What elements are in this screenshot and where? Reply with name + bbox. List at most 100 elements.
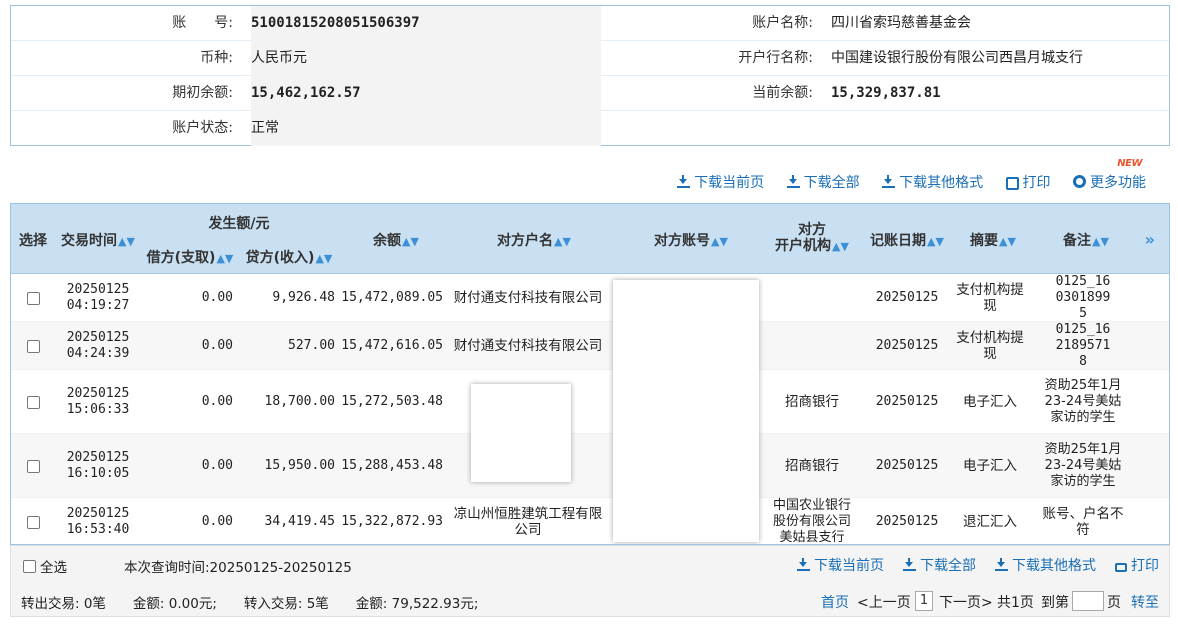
row-checkbox[interactable] <box>25 370 41 434</box>
prev-page-link[interactable]: <上一页 <box>857 592 911 612</box>
col-balance-label: 余额 <box>373 233 402 249</box>
download-other-format-label: 下载其他格式 <box>899 175 984 191</box>
remark-text: 0125_1603018995 <box>1055 274 1111 321</box>
footer-print-button[interactable]: 打印 <box>1115 555 1159 575</box>
download-icon <box>995 558 1008 571</box>
counter-name: 凉山州恒胜建筑工程有限公司 <box>453 506 603 538</box>
checkbox[interactable] <box>26 291 40 305</box>
download-icon <box>882 175 896 188</box>
download-other-format-button[interactable]: 下载其他格式 <box>882 172 983 192</box>
col-credit[interactable]: 贷方(收入)▲▼ <box>241 247 337 267</box>
info-row-balance: 期初余额: 15,462,162.57 当前余额: 15,329,837.81 <box>11 76 1169 111</box>
table-row: 20250125 16:10:05 0.00 15,950.00 15,288,4… <box>11 434 1169 498</box>
col-counter-account-label: 对方账号 <box>654 233 711 249</box>
print-button[interactable]: 打印 <box>1005 172 1051 192</box>
download-current-page-button[interactable]: 下载当前页 <box>677 172 764 192</box>
page-unit-label: 页 <box>1107 595 1121 611</box>
debit-amount: 0.00 <box>201 338 233 353</box>
trans-time: 20250125 15:06:33 <box>57 370 139 434</box>
col-remark-label: 备注 <box>1063 233 1092 249</box>
goto-page-input[interactable] <box>1072 591 1104 611</box>
col-counter-bank[interactable]: 对方 开户机构▲▼ <box>769 222 855 255</box>
currency-label: 币种: <box>200 50 233 66</box>
row-checkbox[interactable] <box>25 498 41 544</box>
footer-download-current-page-button[interactable]: 下载当前页 <box>797 555 884 575</box>
account-status-value: 正常 <box>251 111 601 146</box>
remark-text: 0125_1621895718 <box>1055 322 1111 369</box>
col-counter-name[interactable]: 对方户名▲▼ <box>459 230 609 250</box>
redaction-box-account <box>613 280 759 542</box>
balance-amount: 15,288,453.48 <box>341 458 443 473</box>
info-row-status: 账户状态: 正常 <box>11 111 1169 146</box>
trans-date: 20250125 <box>66 450 130 465</box>
trans-time: 20250125 04:24:39 <box>57 322 139 370</box>
remark-text: 资助25年1月23-24号美姑家访的学生 <box>1044 442 1122 489</box>
row-checkbox[interactable] <box>25 434 41 498</box>
select-all-checkbox[interactable] <box>23 559 36 573</box>
first-page-link[interactable]: 首页 <box>821 592 849 612</box>
summary-text: 支付机构提现 <box>956 330 1024 362</box>
row-checkbox[interactable] <box>25 322 41 370</box>
col-time-label: 交易时间 <box>61 233 118 249</box>
printer-icon <box>1115 563 1127 572</box>
sort-icon: ▲▼ <box>999 235 1016 248</box>
col-book-date[interactable]: 记账日期▲▼ <box>867 230 947 250</box>
table-footer: 全选 本次查询时间:20250125-20250125 下载当前页 下载全部 下… <box>10 545 1170 617</box>
col-remark[interactable]: 备注▲▼ <box>1055 230 1117 250</box>
col-time[interactable]: 交易时间▲▼ <box>57 230 139 250</box>
account-name-label: 账户名称: <box>752 15 813 31</box>
checkbox[interactable] <box>26 395 40 409</box>
debit-amount: 0.00 <box>201 394 233 409</box>
trans-date: 20250125 <box>66 506 130 521</box>
row-checkbox[interactable] <box>25 274 41 322</box>
goto-page-button[interactable]: 转至 <box>1131 592 1159 612</box>
summary-text: 退汇汇入 <box>963 514 1017 530</box>
checkbox[interactable] <box>26 459 40 473</box>
select-all[interactable]: 全选 <box>23 556 67 576</box>
book-date: 20250125 <box>875 514 939 529</box>
download-icon <box>903 558 916 571</box>
download-all-button[interactable]: 下载全部 <box>786 172 860 192</box>
next-page-link[interactable]: 下一页> <box>939 592 993 612</box>
footer-download-other-format-button[interactable]: 下载其他格式 <box>995 555 1096 575</box>
col-counter-account[interactable]: 对方账号▲▼ <box>621 230 761 250</box>
total-pages-text: 共1页 <box>997 595 1034 611</box>
print-label: 打印 <box>1022 175 1051 191</box>
table-header: 选择 交易时间▲▼ 发生额/元 借方(支取)▲▼ 贷方(收入)▲▼ 余额▲▼ 对… <box>11 204 1169 274</box>
sort-icon: ▲▼ <box>216 252 234 265</box>
col-counter-bank-label-1: 对方 <box>798 222 826 238</box>
col-amount-group: 发生额/元 <box>208 216 270 232</box>
col-select: 选择 <box>19 233 47 249</box>
expand-columns-icon[interactable]: » <box>1145 230 1155 249</box>
info-row-currency: 币种: 人民币元 开户行名称: 中国建设银行股份有限公司西昌月城支行 <box>11 41 1169 76</box>
bank-name-value: 中国建设银行股份有限公司西昌月城支行 <box>831 50 1083 66</box>
col-summary[interactable]: 摘要▲▼ <box>961 230 1025 250</box>
col-counter-name-label: 对方户名 <box>497 233 554 249</box>
more-functions-button[interactable]: 更多功能 <box>1073 172 1146 192</box>
trans-clock: 15:06:33 <box>66 402 130 417</box>
current-balance-label: 当前余额: <box>752 85 813 101</box>
checkbox[interactable] <box>26 339 40 353</box>
counter-name: 财付通支付科技有限公司 <box>453 290 603 306</box>
col-balance[interactable]: 余额▲▼ <box>351 230 441 250</box>
balance-amount: 15,472,089.05 <box>341 290 443 305</box>
trans-clock: 16:10:05 <box>66 466 130 481</box>
account-status-label: 账户状态: <box>172 120 233 136</box>
goto-label: 到第 <box>1041 595 1069 611</box>
col-credit-label: 贷方(收入) <box>245 250 315 266</box>
sort-icon: ▲▼ <box>402 235 419 248</box>
col-debit-label: 借方(支取) <box>146 250 216 266</box>
credit-amount: 15,950.00 <box>264 458 335 473</box>
checkbox[interactable] <box>26 515 40 529</box>
remark-text: 资助25年1月23-24号美姑家访的学生 <box>1044 378 1122 425</box>
footer-print-label: 打印 <box>1131 558 1159 574</box>
col-debit[interactable]: 借方(支取)▲▼ <box>141 247 239 267</box>
counter-bank: 招商银行 <box>785 394 839 410</box>
printer-icon <box>1005 177 1019 190</box>
table-row: 20250125 04:24:39 0.00 527.00 15,472,616.… <box>11 322 1169 370</box>
trans-date: 20250125 <box>66 330 130 345</box>
col-summary-label: 摘要 <box>970 233 999 249</box>
footer-download-all-button[interactable]: 下载全部 <box>903 555 976 575</box>
download-all-label: 下载全部 <box>803 175 860 191</box>
table-row: 20250125 16:53:40 0.00 34,419.45 15,322,8… <box>11 498 1169 544</box>
